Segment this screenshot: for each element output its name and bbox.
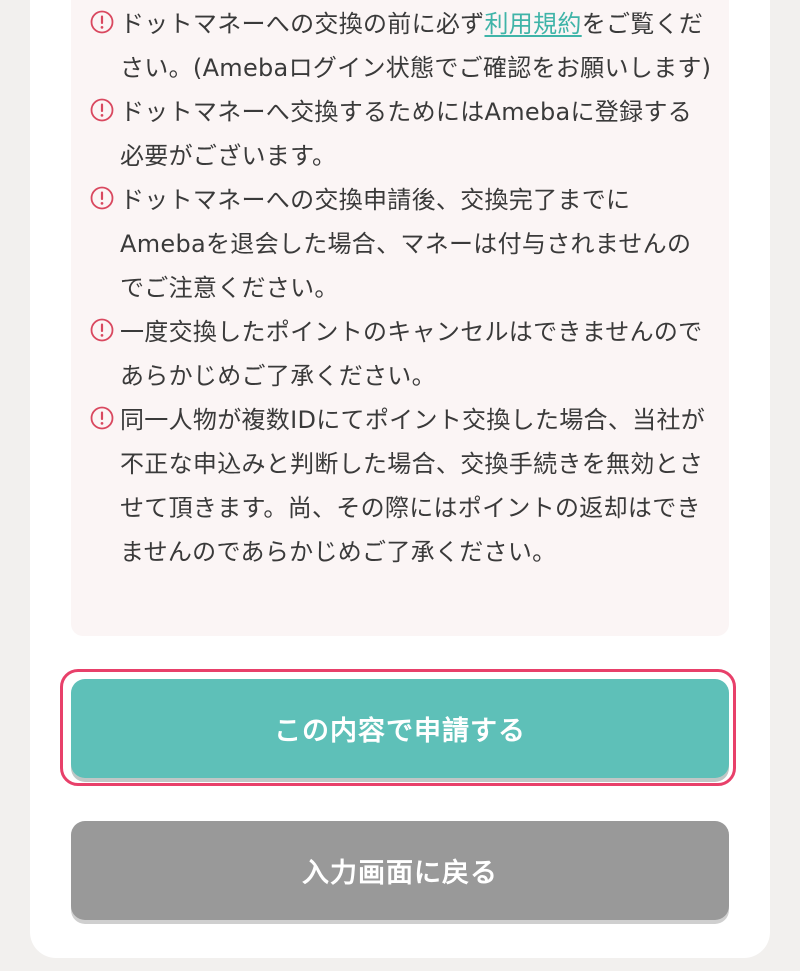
back-to-input-button[interactable]: 入力画面に戻る (71, 821, 729, 920)
notice-text: ドットマネーへの交換申請後、交換完了までにAmebaを退会した場合、マネーは付与… (120, 186, 692, 302)
exclamation-circle-icon (90, 98, 114, 122)
notice-item: ドットマネーへの交換申請後、交換完了までにAmebaを退会した場合、マネーは付与… (90, 178, 715, 310)
notice-list: ドットマネーへの交換の前に必ず利用規約をご覧ください。(Amebaログイン状態で… (90, 2, 715, 574)
notice-text: 一度交換したポイントのキャンセルはできませんのであらかじめご了承ください。 (120, 318, 703, 390)
exclamation-circle-icon (90, 406, 114, 430)
notice-text: ドットマネーへ交換するためにはAmebaに登録する必要がございます。 (120, 98, 693, 170)
notice-item: 同一人物が複数IDにてポイント交換した場合、当社が不正な申込みと判断した場合、交… (90, 398, 715, 574)
notice-item: ドットマネーへ交換するためにはAmebaに登録する必要がございます。 (90, 90, 715, 178)
notice-text: 同一人物が複数IDにてポイント交換した場合、当社が不正な申込みと判断した場合、交… (120, 406, 706, 566)
notice-text: ドットマネーへの交換の前に必ず (120, 10, 485, 38)
submit-application-button[interactable]: この内容で申請する (71, 679, 729, 778)
exclamation-circle-icon (90, 318, 114, 342)
notice-item: ドットマネーへの交換の前に必ず利用規約をご覧ください。(Amebaログイン状態で… (90, 2, 715, 90)
terms-link[interactable]: 利用規約 (485, 10, 582, 38)
exclamation-circle-icon (90, 10, 114, 34)
exclamation-circle-icon (90, 186, 114, 210)
notice-item: 一度交換したポイントのキャンセルはできませんのであらかじめご了承ください。 (90, 310, 715, 398)
